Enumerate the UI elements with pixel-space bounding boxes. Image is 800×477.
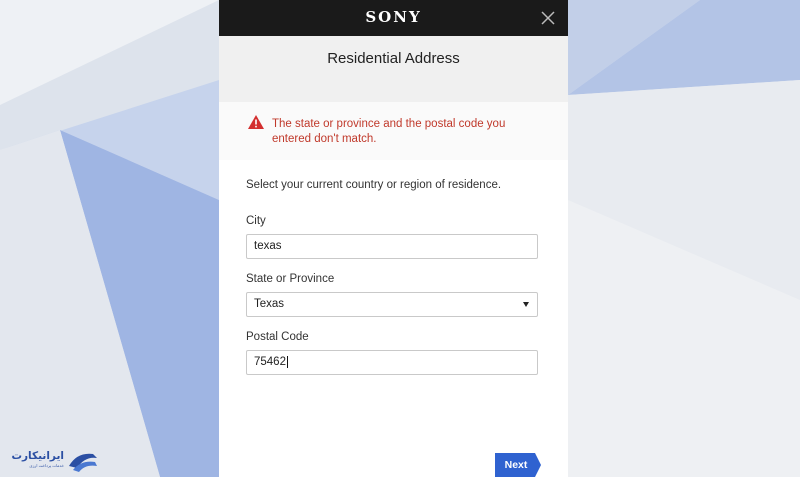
warning-icon (248, 115, 264, 129)
watermark-tagline: خدمات پرداخت ارزی (29, 463, 64, 468)
postal-code-value: 75462 (254, 356, 286, 368)
city-value: texas (254, 240, 282, 252)
next-button-label: Next (504, 459, 528, 471)
city-label: City (246, 215, 266, 227)
city-field[interactable]: texas (246, 234, 538, 259)
close-icon (541, 11, 555, 25)
postal-code-field[interactable]: 75462 (246, 350, 538, 375)
residential-address-dialog: SONY Residential Address The state or pr… (219, 0, 568, 477)
title-band (219, 36, 568, 102)
sony-logo: SONY (365, 8, 422, 26)
state-select[interactable]: Texas (246, 292, 538, 317)
state-label: State or Province (246, 273, 335, 285)
watermark-logo-icon (69, 453, 97, 472)
state-value: Texas (254, 298, 285, 310)
intro-text: Select your current country or region of… (246, 179, 502, 191)
dropdown-arrow-icon (523, 302, 529, 307)
watermark-name: ایرانیکارت (11, 450, 64, 462)
next-button[interactable]: Next (495, 453, 541, 477)
close-button[interactable] (536, 6, 560, 30)
watermark: ایرانیکارت خدمات پرداخت ارزی (4, 446, 100, 474)
text-cursor (286, 355, 288, 368)
dialog-title: Residential Address (327, 50, 460, 67)
error-message: The state or province and the postal cod… (272, 118, 506, 145)
postal-code-label: Postal Code (246, 331, 309, 343)
